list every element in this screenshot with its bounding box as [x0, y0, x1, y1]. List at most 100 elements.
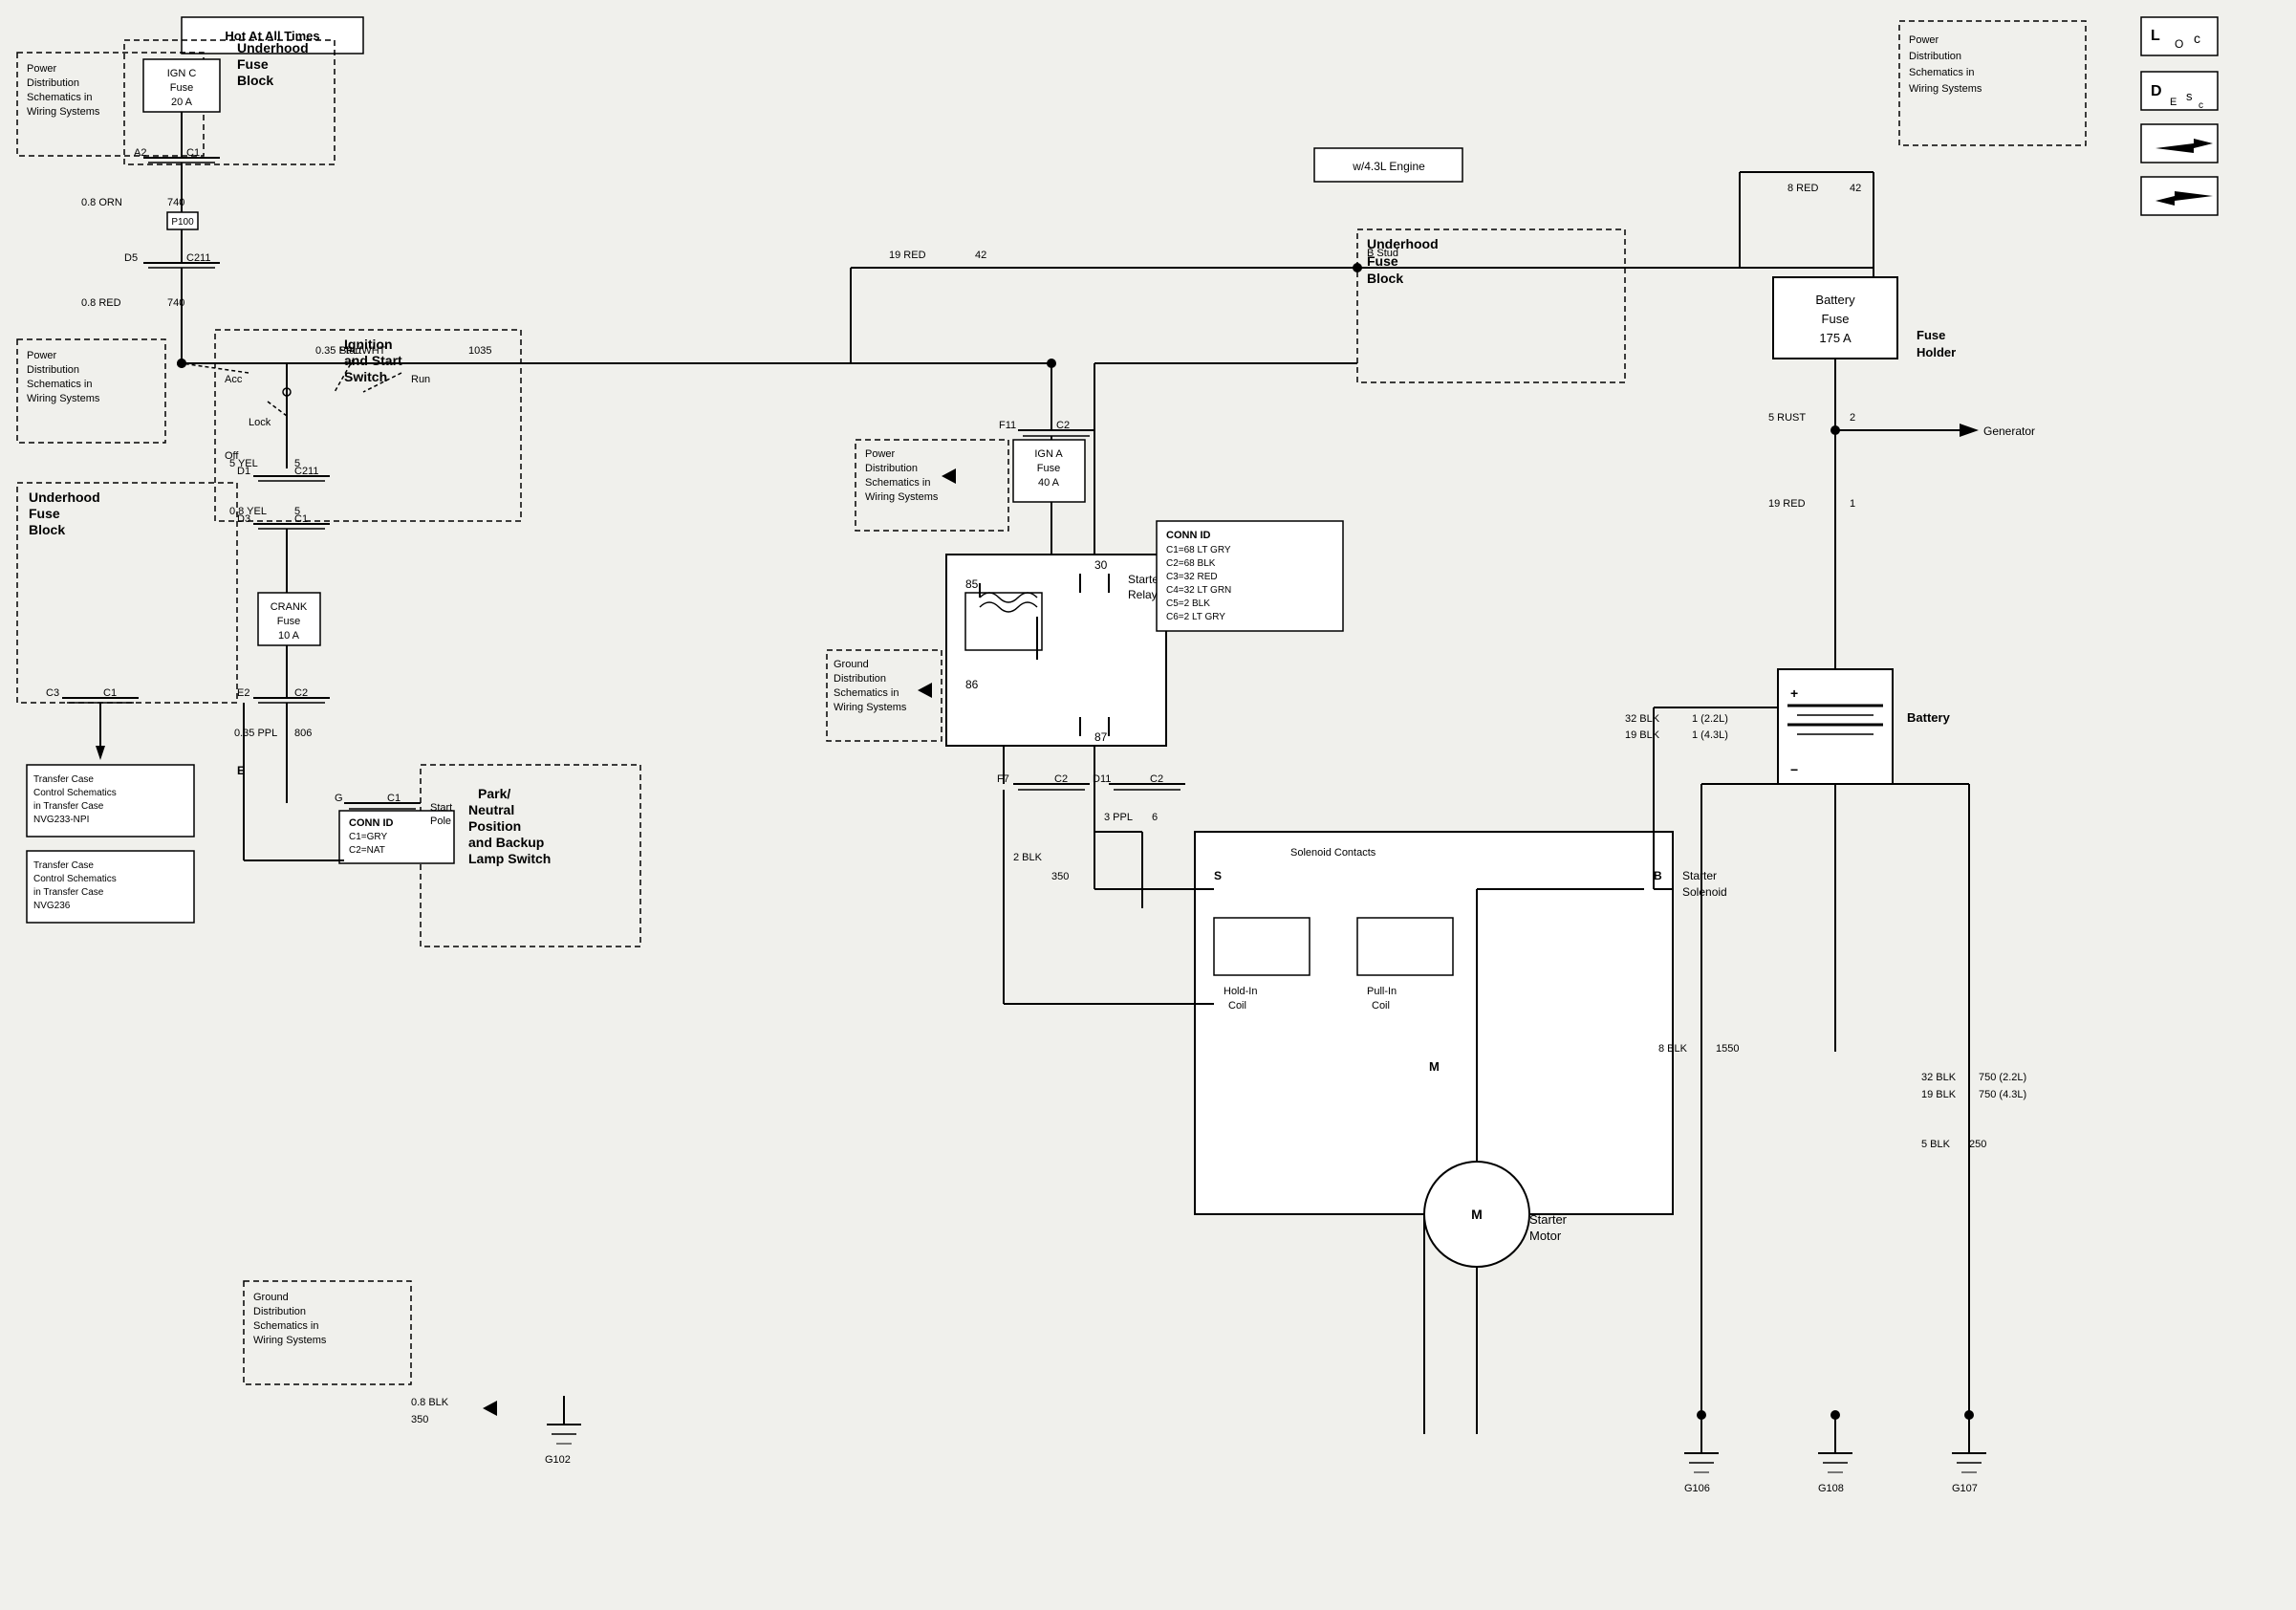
- svg-text:2: 2: [1850, 412, 1855, 424]
- svg-text:750 (4.3L): 750 (4.3L): [1979, 1089, 2026, 1100]
- svg-text:IGN C: IGN C: [167, 68, 197, 79]
- svg-text:Control Schematics: Control Schematics: [33, 788, 117, 798]
- svg-text:and Backup: and Backup: [468, 835, 544, 850]
- svg-text:19 BLK: 19 BLK: [1921, 1089, 1957, 1100]
- svg-text:D5: D5: [124, 252, 138, 264]
- svg-text:D1: D1: [237, 466, 250, 477]
- svg-text:86: 86: [965, 678, 979, 691]
- svg-text:C2=68 BLK: C2=68 BLK: [1166, 558, 1216, 569]
- svg-text:C2=NAT: C2=NAT: [349, 845, 385, 856]
- svg-text:Block: Block: [29, 522, 65, 537]
- svg-text:19 RED: 19 RED: [889, 250, 926, 261]
- svg-text:L: L: [2151, 28, 2160, 44]
- svg-text:CRANK: CRANK: [271, 601, 308, 613]
- svg-text:Position: Position: [468, 818, 521, 834]
- svg-text:Run: Run: [411, 374, 430, 385]
- svg-text:Switch: Switch: [344, 369, 387, 384]
- svg-text:c: c: [2194, 31, 2200, 46]
- svg-text:C211: C211: [186, 252, 210, 264]
- svg-text:E2: E2: [237, 687, 249, 699]
- svg-text:Transfer Case: Transfer Case: [33, 860, 94, 871]
- svg-text:NVG236: NVG236: [33, 901, 71, 911]
- svg-text:Pole: Pole: [430, 816, 451, 827]
- svg-text:6: 6: [1152, 812, 1158, 823]
- svg-text:Distribution: Distribution: [27, 364, 79, 376]
- svg-text:Fuse: Fuse: [277, 616, 300, 627]
- svg-text:250: 250: [1969, 1139, 1986, 1150]
- svg-text:0.35 PPL: 0.35 PPL: [234, 728, 277, 739]
- svg-text:NVG233-NPI: NVG233-NPI: [33, 815, 89, 825]
- svg-text:Solenoid: Solenoid: [1682, 885, 1727, 899]
- svg-text:0.8 ORN: 0.8 ORN: [81, 197, 122, 208]
- svg-text:A2: A2: [134, 147, 146, 159]
- wiring-diagram: Hot At All Times Power Distribution Sche…: [0, 0, 2296, 1610]
- svg-text:Schematics in: Schematics in: [253, 1320, 318, 1332]
- svg-text:Wiring Systems: Wiring Systems: [253, 1335, 327, 1346]
- svg-text:D: D: [2151, 83, 2162, 99]
- svg-text:0.35 PPL/WHT: 0.35 PPL/WHT: [315, 345, 386, 357]
- svg-text:G102: G102: [545, 1454, 571, 1466]
- svg-text:1 (2.2L): 1 (2.2L): [1692, 713, 1728, 725]
- svg-text:Relay: Relay: [1128, 588, 1158, 601]
- svg-text:87: 87: [1094, 730, 1108, 744]
- svg-text:E: E: [2170, 97, 2177, 108]
- svg-text:Schematics in: Schematics in: [834, 687, 899, 699]
- svg-text:Transfer Case: Transfer Case: [33, 774, 94, 785]
- svg-text:Motor: Motor: [1529, 1229, 1562, 1243]
- svg-text:5 RUST: 5 RUST: [1768, 412, 1806, 424]
- svg-text:M: M: [1471, 1207, 1483, 1222]
- svg-text:0.8 BLK: 0.8 BLK: [411, 1397, 449, 1408]
- svg-text:Wiring Systems: Wiring Systems: [834, 702, 907, 713]
- svg-text:85: 85: [965, 577, 979, 591]
- svg-text:C5=2 BLK: C5=2 BLK: [1166, 598, 1210, 609]
- svg-text:Start: Start: [430, 802, 452, 814]
- svg-text:0.8 RED: 0.8 RED: [81, 297, 121, 309]
- svg-text:+: +: [1790, 685, 1798, 701]
- svg-text:Fuse: Fuse: [170, 82, 193, 94]
- svg-text:M: M: [1429, 1059, 1440, 1074]
- svg-text:Power: Power: [27, 350, 57, 361]
- svg-text:w/4.3L Engine: w/4.3L Engine: [1352, 160, 1425, 173]
- svg-text:32 BLK: 32 BLK: [1921, 1072, 1957, 1083]
- svg-text:−: −: [1790, 762, 1798, 777]
- svg-text:G107: G107: [1952, 1483, 1978, 1494]
- svg-text:G106: G106: [1684, 1483, 1710, 1494]
- svg-text:C1: C1: [294, 513, 308, 525]
- svg-text:5 BLK: 5 BLK: [1921, 1139, 1951, 1150]
- svg-text:Wiring Systems: Wiring Systems: [27, 393, 100, 404]
- svg-text:C2: C2: [1056, 420, 1070, 431]
- svg-text:19 RED: 19 RED: [1768, 498, 1806, 510]
- svg-text:Schematics in: Schematics in: [1909, 67, 1974, 78]
- svg-text:C3=32 RED: C3=32 RED: [1166, 572, 1218, 582]
- svg-text:S: S: [1214, 869, 1222, 882]
- svg-text:C1: C1: [186, 147, 200, 159]
- svg-text:D3: D3: [237, 513, 250, 525]
- svg-text:Distribution: Distribution: [1909, 51, 1961, 62]
- svg-text:C3: C3: [46, 687, 59, 699]
- svg-text:Schematics in: Schematics in: [27, 379, 92, 390]
- svg-text:Lock: Lock: [249, 417, 271, 428]
- svg-text:8 BLK: 8 BLK: [1658, 1043, 1688, 1055]
- svg-text:Ground: Ground: [834, 659, 869, 670]
- svg-text:O: O: [2175, 37, 2183, 51]
- svg-text:Distribution: Distribution: [27, 77, 79, 89]
- svg-text:Fuse: Fuse: [237, 56, 269, 72]
- svg-text:Underhood: Underhood: [29, 490, 100, 505]
- svg-text:Block: Block: [237, 73, 273, 88]
- svg-text:Underhood: Underhood: [237, 40, 309, 55]
- svg-text:350: 350: [411, 1414, 428, 1425]
- svg-text:Distribution: Distribution: [834, 673, 886, 685]
- svg-text:CONN ID: CONN ID: [1166, 530, 1211, 541]
- svg-text:32 BLK: 32 BLK: [1625, 713, 1660, 725]
- svg-text:C211: C211: [294, 466, 318, 477]
- svg-text:Underhood: Underhood: [1367, 236, 1439, 251]
- svg-text:Starter: Starter: [1529, 1212, 1568, 1227]
- svg-text:c: c: [2199, 100, 2203, 111]
- svg-text:IGN A: IGN A: [1034, 448, 1063, 460]
- svg-text:Distribution: Distribution: [865, 463, 918, 474]
- svg-text:20 A: 20 A: [171, 97, 193, 108]
- svg-text:1035: 1035: [468, 345, 491, 357]
- svg-text:Schematics in: Schematics in: [865, 477, 930, 489]
- svg-text:Park/: Park/: [478, 786, 510, 801]
- svg-text:Fuse: Fuse: [1037, 463, 1060, 474]
